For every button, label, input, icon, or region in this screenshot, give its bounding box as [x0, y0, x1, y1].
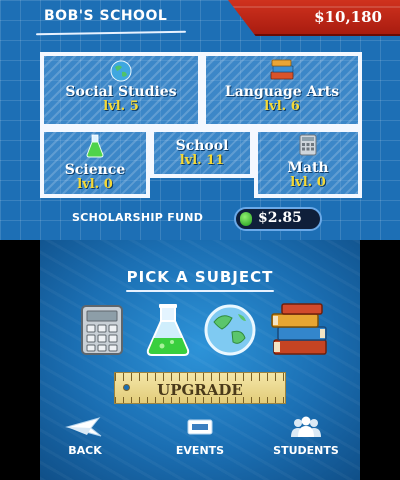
calculator-icon: [81, 305, 123, 355]
school-blueprint: Social Studies lvl. 5 Language Arts lvl.…: [36, 48, 364, 200]
title-underline: [35, 30, 187, 36]
students-label: STUDENTS: [273, 444, 339, 457]
school-name: BOB'S SCHOOL: [44, 8, 168, 24]
flask-icon: [146, 304, 190, 356]
room-name: Math: [287, 160, 329, 176]
pick-subject-title: PICK A SUBJECT: [126, 268, 274, 286]
subject-language-arts-button[interactable]: [268, 302, 332, 358]
bottom-screen: PICK A SUBJECT UPGRADE BACK EVENTS STUDE…: [40, 240, 360, 480]
scholarship-fund-label: SCHOLARSHIP FUND: [72, 211, 204, 224]
ticket-icon: [187, 419, 213, 435]
back-button[interactable]: BACK: [54, 416, 116, 457]
scholarship-fund-amount: $2.85: [258, 210, 302, 226]
events-label: EVENTS: [175, 444, 225, 457]
room-level: lvl. 6: [264, 99, 300, 114]
room-name: Language Arts: [224, 84, 340, 100]
flask-icon: [86, 134, 104, 158]
ruler-ticks: [115, 373, 285, 381]
subject-math-button[interactable]: [74, 302, 130, 358]
room-level: lvl. 0: [290, 175, 326, 190]
upgrade-label: UPGRADE: [157, 381, 243, 399]
room-name: Science: [64, 162, 126, 178]
room-school[interactable]: School lvl. 11: [150, 128, 254, 178]
students-icon: [291, 416, 321, 437]
books-icon: [270, 59, 294, 80]
room-name: School: [175, 138, 229, 154]
money-icon: [240, 212, 252, 226]
room-social-studies[interactable]: Social Studies lvl. 5: [40, 52, 202, 128]
students-button[interactable]: STUDENTS: [264, 416, 348, 457]
room-name: Social Studies: [65, 84, 177, 100]
back-label: BACK: [68, 444, 102, 457]
room-math[interactable]: Math lvl. 0: [254, 128, 362, 198]
calculator-icon: [299, 134, 317, 156]
globe-icon: [204, 304, 256, 356]
globe-icon: [110, 60, 132, 82]
room-level: lvl. 11: [179, 153, 225, 168]
events-button[interactable]: EVENTS: [168, 416, 232, 457]
subject-science-button[interactable]: [140, 302, 196, 358]
room-science[interactable]: Science lvl. 0: [40, 128, 150, 198]
subject-social-studies-button[interactable]: [202, 302, 258, 358]
paper-plane-back-icon: [65, 417, 102, 437]
scholarship-fund-display: $2.85: [234, 207, 322, 231]
money-banner: $10,180: [228, 0, 400, 36]
money-display: $10,180: [314, 8, 382, 26]
room-level: lvl. 5: [103, 99, 139, 114]
upgrade-button[interactable]: UPGRADE: [114, 372, 286, 404]
top-screen: BOB'S SCHOOL $10,180 Social Studies lvl.…: [0, 0, 400, 240]
room-level: lvl. 0: [77, 177, 113, 192]
room-language-arts[interactable]: Language Arts lvl. 6: [202, 52, 362, 128]
books-icon: [271, 303, 327, 355]
title-underline: [126, 290, 274, 292]
